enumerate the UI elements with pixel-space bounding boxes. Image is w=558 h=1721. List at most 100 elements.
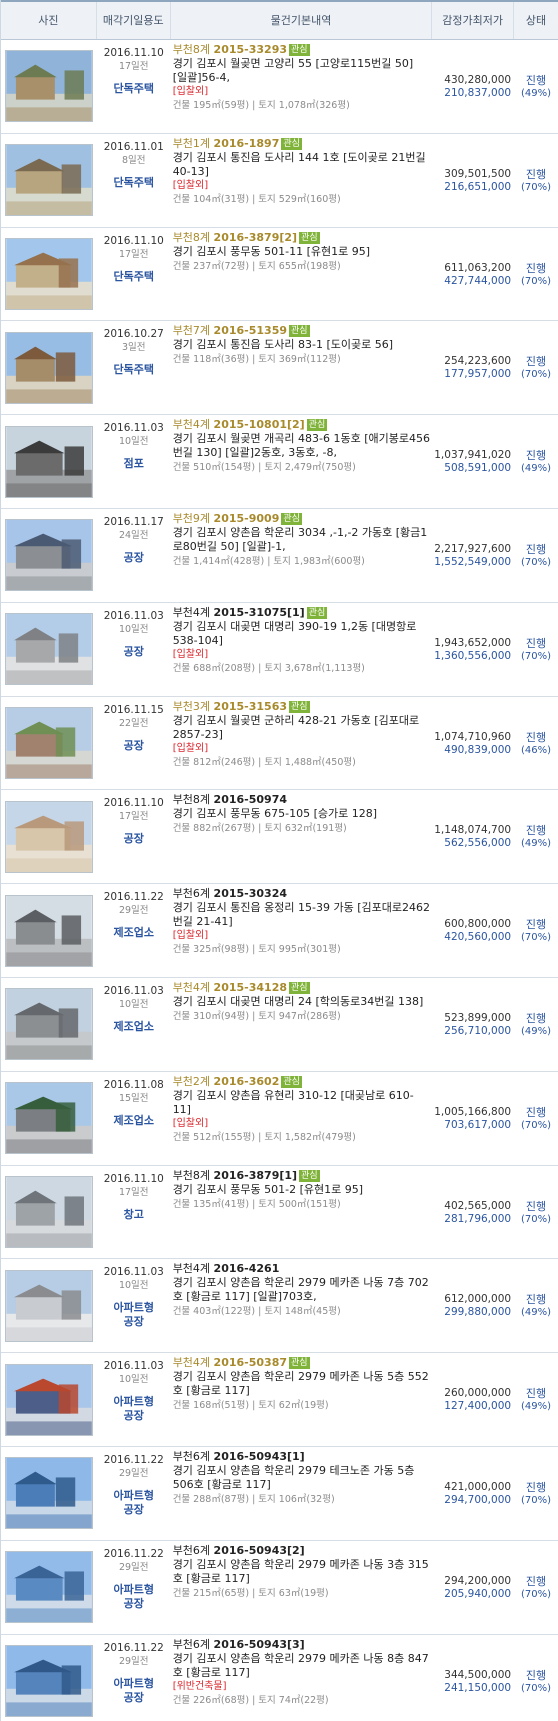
favorite-badge[interactable]: 관심 [289, 44, 310, 56]
property-address: 경기 김포시 월곶면 군하리 428-21 가동호 [김포대로 2857-23] [172, 713, 420, 741]
table-row[interactable]: 2016.10.27 3일전 단독주택 부천7계 2016-51359 관심 경기 김포시… [1, 321, 558, 416]
description-cell[interactable]: 부천8계 2016-50974 경기 김포시 풍무동 675-105 [승가로 1… [171, 790, 433, 883]
favorite-badge[interactable]: 관심 [281, 1075, 302, 1088]
case-number-link[interactable]: 2016-4261 [214, 1262, 280, 1275]
property-photo[interactable] [4, 1644, 93, 1717]
property-photo[interactable] [4, 1082, 93, 1155]
case-number-link[interactable]: 2015-10801[2] [214, 418, 305, 431]
price-cell: 1,037,941,020 508,591,000 [432, 415, 514, 508]
header-status: 상태 [525, 13, 547, 27]
table-row[interactable]: 2016.11.17 24일전 공장 부천9계 2015-9009 관심 경기 김포시 양… [1, 509, 558, 603]
description-cell[interactable]: 부천6계 2016-50943[2] 경기 김포시 양촌읍 학운리 2979 메카… [171, 1541, 433, 1634]
days-left: 10일전 [118, 1374, 149, 1386]
description-cell[interactable]: 부천4계 2015-31075[1] 관심 경기 김포시 대곶면 대명리 390-1… [171, 603, 433, 696]
favorite-badge[interactable]: 관심 [281, 512, 302, 525]
table-row[interactable]: 2016.11.01 8일전 단독주택 부천1계 2016-1897 관심 경기 김포시 … [1, 134, 558, 228]
description-cell[interactable]: 부천4계 2016-50387 관심 경기 김포시 양촌읍 학운리 2979 메카존… [171, 1353, 433, 1446]
status-cell: 진행 (70%) [514, 228, 558, 321]
case-number-link[interactable]: 2015-30324 [214, 887, 287, 900]
description-cell[interactable]: 부천6계 2016-50943[1] 경기 김포시 양촌읍 학운리 2979 테크… [171, 1447, 433, 1540]
property-photo[interactable] [4, 50, 93, 123]
case-number-link[interactable]: 2016-3879[1] [214, 1169, 298, 1182]
favorite-badge[interactable]: 관심 [289, 325, 310, 338]
table-row[interactable]: 2016.11.10 17일전 공장 부천8계 2016-50974 경기 김포시 풍무… [1, 790, 558, 885]
case-number-link[interactable]: 2015-31075[1] [214, 606, 305, 619]
table-row[interactable]: 2016.11.03 10일전 공장 부천4계 2015-31075[1] 관심 경기 김… [1, 603, 558, 697]
case-number-link[interactable]: 2015-34128 [214, 981, 287, 994]
property-photo[interactable] [4, 706, 93, 779]
description-cell[interactable]: 부천8계 2016-3879[1] 관심 경기 김포시 풍무동 501-2 [유현1… [171, 1166, 433, 1259]
case-number-link[interactable]: 2016-50974 [214, 793, 287, 806]
property-photo[interactable] [4, 988, 93, 1061]
description-cell[interactable]: 부천6계 2016-50943[3] 경기 김포시 양촌읍 학운리 2979 메카… [171, 1635, 433, 1721]
favorite-badge[interactable]: 관심 [299, 231, 320, 244]
property-photo[interactable] [4, 237, 93, 310]
property-address: 경기 김포시 월곶면 고양리 55 [고양로115번길 50] [일괄]56-4… [172, 57, 414, 84]
case-number-link[interactable]: 2016-51359 [214, 324, 287, 337]
favorite-badge[interactable]: 관심 [289, 700, 310, 713]
table-row[interactable]: 2016.11.03 10일전 점포 부천4계 2015-10801[2] 관심 경기 김… [1, 415, 558, 509]
description-cell[interactable]: 부천4계 2016-4261 경기 김포시 양촌읍 학운리 2979 메카존 나동… [171, 1259, 433, 1352]
table-row[interactable]: 2016.11.22 29일전 아파트형 공장 부천6계 2016-50943[2] 경기… [1, 1541, 558, 1635]
table-row[interactable]: 2016.11.10 17일전 단독주택 부천8계 2016-3879[2] 관심 경기 … [1, 228, 558, 322]
case-number-link[interactable]: 2016-50387 [214, 1356, 287, 1369]
property-photo[interactable] [4, 894, 93, 967]
date-cell: 2016.11.22 29일전 아파트형 공장 [97, 1635, 171, 1721]
date-cell: 2016.11.01 8일전 단독주택 [97, 134, 171, 227]
minimum-percent: (70%) [521, 556, 552, 568]
minimum-price: 127,400,000 [444, 1400, 512, 1413]
table-row[interactable]: 2016.11.03 10일전 아파트형 공장 부천4계 2016-4261 경기 김포시… [1, 1259, 558, 1354]
property-photo[interactable] [4, 613, 93, 686]
table-row[interactable]: 2016.11.15 22일전 공장 부천3계 2015-31563 관심 경기 김포시 … [1, 697, 558, 791]
table-row[interactable]: 2016.11.22 29일전 아파트형 공장 부천6계 2016-50943[3] 경기… [1, 1635, 558, 1721]
property-photo[interactable] [4, 800, 93, 873]
area-info: 건물 310㎡(94평) | 토지 947㎡(286평) [172, 1010, 341, 1022]
table-row[interactable]: 2016.11.03 10일전 제조업소 부천4계 2015-34128 관심 경기 김포… [1, 978, 558, 1072]
property-photo[interactable] [4, 144, 93, 217]
appraisal-price: 611,063,200 [444, 261, 512, 274]
area-info: 건물 512㎡(155평) | 토지 1,582㎡(479평) [172, 1131, 356, 1143]
description-cell[interactable]: 부천4계 2015-34128 관심 경기 김포시 대곶면 대명리 24 [학의동로… [171, 978, 433, 1071]
case-number-link[interactable]: 2016-50943[2] [214, 1544, 305, 1557]
description-cell[interactable]: 부천2계 2016-3602 관심 경기 김포시 양촌읍 유현리 310-12 [대… [171, 1072, 433, 1165]
table-row[interactable]: 2016.11.22 29일전 제조업소 부천6계 2015-30324 경기 김포시 … [1, 884, 558, 978]
description-cell[interactable]: 부천8계 2016-3879[2] 관심 경기 김포시 풍무동 501-11 [유현… [171, 228, 433, 321]
property-photo[interactable] [4, 1457, 93, 1530]
case-number-link[interactable]: 2016-3602 [214, 1075, 280, 1088]
table-row[interactable]: 2016.11.08 15일전 제조업소 부천2계 2016-3602 관심 경기 김포시… [1, 1072, 558, 1166]
case-number-link[interactable]: 2016-3879[2] [214, 231, 298, 244]
table-row[interactable]: 2016.11.03 10일전 아파트형 공장 부천4계 2016-50387 관심 경기 … [1, 1353, 558, 1447]
property-photo[interactable] [4, 1269, 93, 1342]
property-photo[interactable] [4, 425, 93, 498]
property-photo[interactable] [4, 1551, 93, 1624]
description-cell[interactable]: 부천8계 2015-33293 관심 경기 김포시 월곶면 고양리 55 [고양로1… [171, 40, 433, 133]
case-line: 부천4계 2016-50387 관심 [173, 1356, 431, 1370]
description-cell[interactable]: 부천7계 2016-51359 관심 경기 김포시 통진읍 도사리 83-1 [도이… [171, 321, 433, 414]
table-row[interactable]: 2016.11.22 29일전 아파트형 공장 부천6계 2016-50943[1] 경기… [1, 1447, 558, 1541]
favorite-badge[interactable]: 관심 [289, 981, 310, 994]
table-row[interactable]: 2016.11.10 17일전 단독주택 부천8계 2015-33293 관심 경기 김포… [1, 40, 558, 134]
case-number-link[interactable]: 2016-50943[3] [214, 1638, 305, 1651]
favorite-badge[interactable]: 관심 [306, 419, 328, 432]
favorite-badge[interactable]: 관심 [306, 606, 328, 619]
favorite-badge[interactable]: 관심 [289, 1357, 310, 1370]
property-photo[interactable] [4, 519, 93, 592]
description-cell[interactable]: 부천9계 2015-9009 관심 경기 김포시 양촌읍 학운리 3034 ,-1,… [171, 509, 433, 602]
description-cell[interactable]: 부천3계 2015-31563 관심 경기 김포시 월곶면 군하리 428-21 가… [171, 697, 433, 790]
case-number-link[interactable]: 2015-9009 [214, 512, 280, 525]
property-photo[interactable] [4, 1363, 93, 1436]
case-number-link[interactable]: 2016-50943[1] [214, 1450, 305, 1463]
favorite-badge[interactable]: 관심 [299, 1169, 320, 1182]
case-number-link[interactable]: 2016-1897 [214, 137, 280, 150]
case-number-link[interactable]: 2015-31563 [214, 700, 287, 713]
table-row[interactable]: 2016.11.10 17일전 창고 부천8계 2016-3879[1] 관심 경기 김포… [1, 1166, 558, 1260]
description-cell[interactable]: 부천6계 2015-30324 경기 김포시 통진읍 옹정리 15-39 가동 [… [171, 884, 433, 977]
days-left: 8일전 [121, 154, 146, 166]
photo-cell [1, 1353, 97, 1446]
property-photo[interactable] [4, 1175, 93, 1248]
description-cell[interactable]: 부천1계 2016-1897 관심 경기 김포시 통진읍 도사리 144 1호 [도… [171, 134, 433, 227]
description-cell[interactable]: 부천4계 2015-10801[2] 관심 경기 김포시 월곶면 개곡리 483-6… [171, 415, 433, 508]
property-photo[interactable] [4, 331, 93, 404]
favorite-badge[interactable]: 관심 [281, 137, 302, 150]
case-number-link[interactable]: 2015-33293 [214, 43, 287, 56]
